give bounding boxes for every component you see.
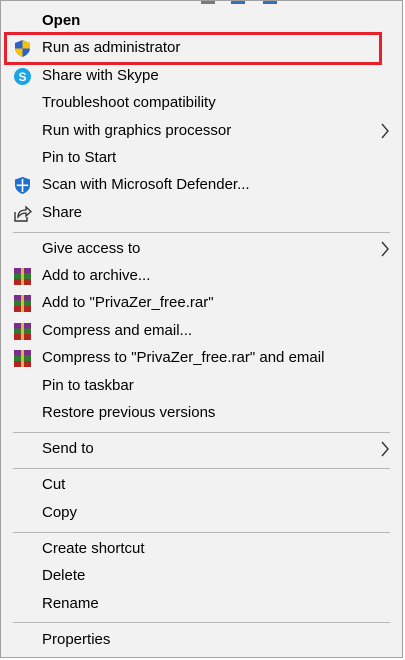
menu-item-give-access-to[interactable]: Give access to [1, 236, 402, 263]
background-strip [263, 1, 277, 4]
menu-item-label: Cut [42, 476, 66, 493]
menu-item-label: Compress and email... [42, 322, 193, 339]
menu-separator [13, 468, 390, 469]
menu-item-compress-to-rar-and-email[interactable]: Compress to "PrivaZer_free.rar" and emai… [1, 345, 402, 372]
menu-item-label: Rename [42, 595, 99, 612]
background-strip [201, 1, 215, 4]
menu-separator [13, 622, 390, 623]
menu-item-label: Scan with Microsoft Defender... [42, 176, 250, 193]
menu-item-label: Delete [42, 567, 86, 584]
menu-item-label: Compress to "PrivaZer_free.rar" and emai… [42, 349, 325, 366]
background-strip [231, 1, 245, 4]
menu-item-add-to-rar[interactable]: Add to "PrivaZer_free.rar" [1, 290, 402, 317]
context-menu: Open Run as administrator S Share with S… [0, 0, 403, 658]
chevron-right-icon [380, 241, 390, 257]
menu-item-pin-to-taskbar[interactable]: Pin to taskbar [1, 373, 402, 400]
menu-item-send-to[interactable]: Send to [1, 436, 402, 463]
menu-item-scan-with-defender[interactable]: Scan with Microsoft Defender... [1, 172, 402, 199]
defender-shield-icon [13, 176, 32, 195]
menu-item-compress-and-email[interactable]: Compress and email... [1, 318, 402, 345]
menu-item-label: Create shortcut [42, 540, 145, 557]
menu-item-label: Pin to taskbar [42, 377, 134, 394]
menu-item-rename[interactable]: Rename [1, 591, 402, 618]
winrar-icon [13, 267, 32, 286]
menu-item-share[interactable]: Share [1, 200, 402, 227]
menu-separator [13, 232, 390, 233]
menu-item-create-shortcut[interactable]: Create shortcut [1, 536, 402, 563]
menu-item-label: Properties [42, 631, 111, 648]
menu-item-open[interactable]: Open [1, 8, 402, 35]
winrar-icon [13, 322, 32, 341]
menu-item-restore-previous-versions[interactable]: Restore previous versions [1, 400, 402, 427]
menu-item-label: Add to archive... [42, 267, 151, 284]
chevron-right-icon [380, 441, 390, 457]
menu-item-delete[interactable]: Delete [1, 563, 402, 590]
menu-item-cut[interactable]: Cut [1, 472, 402, 499]
menu-item-label: Give access to [42, 240, 141, 257]
menu-item-troubleshoot-compatibility[interactable]: Troubleshoot compatibility [1, 90, 402, 117]
menu-item-share-with-skype[interactable]: S Share with Skype [1, 63, 402, 90]
menu-item-label: Share with Skype [42, 67, 159, 84]
menu-item-label: Pin to Start [42, 149, 117, 166]
menu-item-copy[interactable]: Copy [1, 500, 402, 527]
menu-item-label: Open [42, 12, 81, 29]
share-icon [13, 204, 32, 223]
winrar-icon [13, 349, 32, 368]
menu-item-label: Copy [42, 504, 78, 521]
highlight-annotation [4, 32, 382, 65]
menu-item-label: Share [42, 204, 83, 221]
chevron-right-icon [380, 123, 390, 139]
menu-separator [13, 532, 390, 533]
menu-item-label: Send to [42, 440, 94, 457]
menu-separator [13, 432, 390, 433]
winrar-icon [13, 294, 32, 313]
skype-icon: S [13, 67, 32, 86]
menu-item-add-to-archive[interactable]: Add to archive... [1, 263, 402, 290]
svg-text:S: S [18, 70, 26, 84]
menu-item-pin-to-start[interactable]: Pin to Start [1, 145, 402, 172]
menu-item-properties[interactable]: Properties [1, 627, 402, 654]
menu-item-label: Run with graphics processor [42, 122, 232, 139]
menu-item-run-with-graphics-processor[interactable]: Run with graphics processor [1, 118, 402, 145]
menu-item-label: Add to "PrivaZer_free.rar" [42, 294, 214, 311]
menu-item-label: Restore previous versions [42, 404, 216, 421]
menu-item-label: Troubleshoot compatibility [42, 94, 216, 111]
